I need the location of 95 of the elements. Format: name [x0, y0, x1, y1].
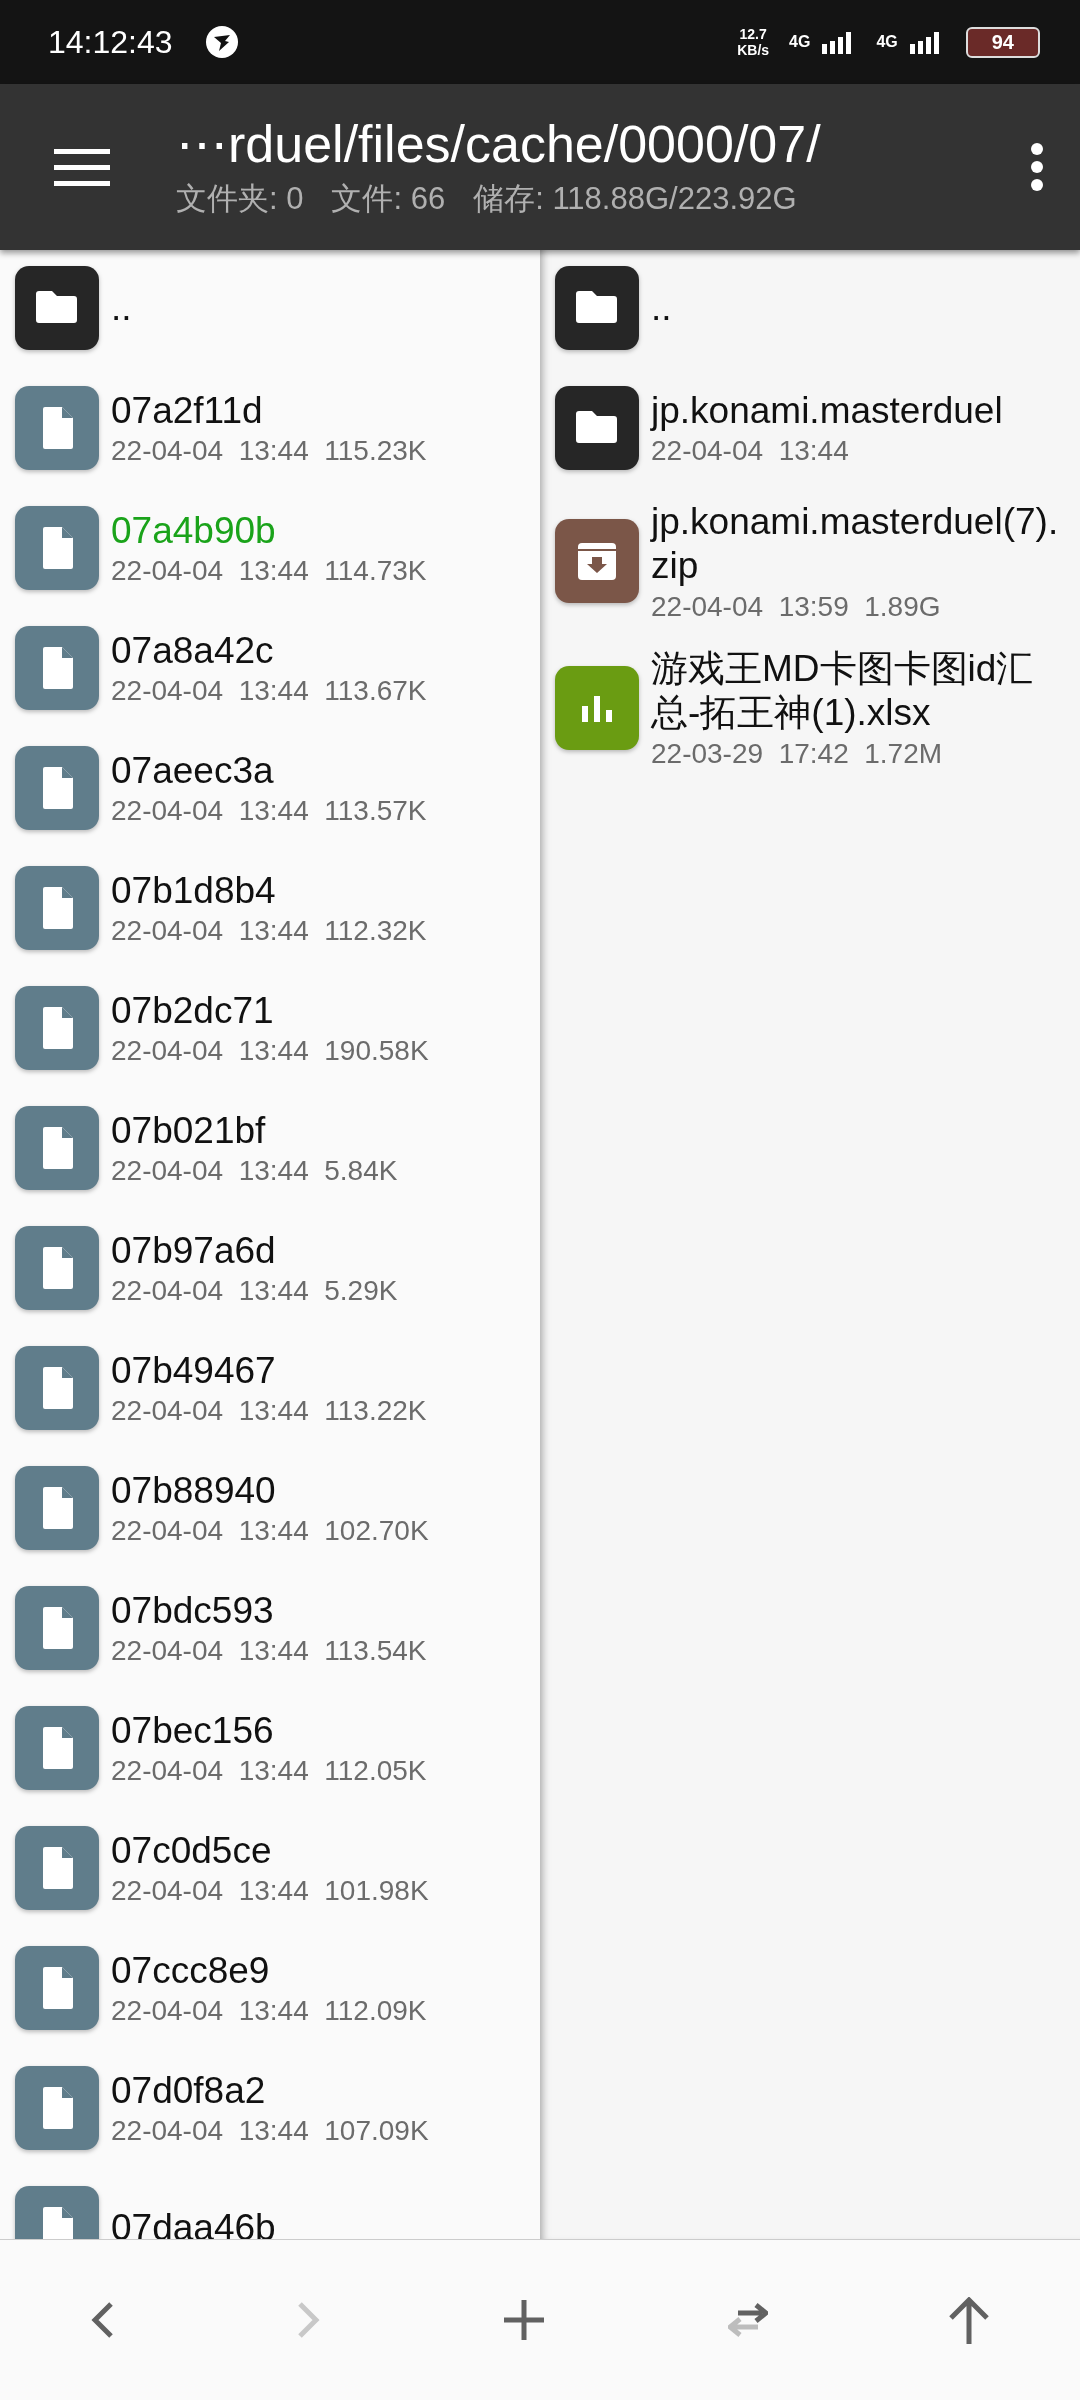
- path-title: ⋯rduel/files/cache/0000/07/: [176, 114, 822, 174]
- clock: 14:12:43: [48, 23, 173, 61]
- file-name: 07b2dc71: [111, 988, 275, 1033]
- file-icon: [15, 746, 99, 830]
- file-details: 22-04-04 13:44 115.23K: [111, 435, 427, 468]
- file-icon: [15, 1226, 99, 1310]
- file-icon: [15, 506, 99, 590]
- file-icon: [15, 1106, 99, 1190]
- file-details: 22-04-04 13:44 190.58K: [111, 1035, 429, 1068]
- file-row[interactable]: 07aeec3a 22-04-04 13:44 113.57K: [0, 730, 540, 850]
- file-icon: [15, 2066, 99, 2150]
- bird-icon: [204, 25, 239, 59]
- plus-icon: [502, 2298, 546, 2342]
- file-row[interactable]: 07b97a6d 22-04-04 13:44 5.29K: [0, 1210, 540, 1330]
- file-details: 22-03-29 17:42 1.72M: [651, 737, 944, 770]
- file-name: 07b1d8b4: [111, 868, 277, 913]
- file-details: 22-04-04 13:44 113.57K: [111, 795, 427, 828]
- folder-icon: [555, 266, 639, 350]
- file-details: 22-04-04 13:44 112.32K: [111, 915, 427, 948]
- file-row[interactable]: 07a4b90b 22-04-04 13:44 114.73K: [0, 490, 540, 610]
- file-row[interactable]: 07b88940 22-04-04 13:44 102.70K: [0, 1450, 540, 1570]
- file-details: 22-04-04 13:44 114.73K: [111, 555, 427, 588]
- file-icon: [15, 1826, 99, 1910]
- file-name: ..: [651, 285, 672, 330]
- file-name: jp.konami.masterduel: [651, 388, 1003, 433]
- file-icon: [15, 386, 99, 470]
- file-row[interactable]: 07bec156 22-04-04 13:44 112.05K: [0, 1690, 540, 1810]
- file-row[interactable]: ..: [0, 250, 540, 370]
- file-count: 文件: 66: [331, 180, 446, 218]
- file-details: 22-04-04 13:44: [651, 435, 850, 468]
- menu-icon[interactable]: [54, 147, 110, 187]
- more-icon[interactable]: [1030, 142, 1044, 192]
- file-name: 07b88940: [111, 1468, 277, 1513]
- file-details: 22-04-04 13:44 113.67K: [111, 675, 427, 708]
- file-details: 22-04-04 13:44 113.22K: [111, 1395, 427, 1428]
- file-name: 07a8a42c: [111, 628, 275, 673]
- file-name: 07c0d5ce: [111, 1828, 273, 1873]
- file-row[interactable]: 07d0f8a2 22-04-04 13:44 107.09K: [0, 2050, 540, 2170]
- file-details: 22-04-04 13:44 102.70K: [111, 1515, 429, 1548]
- archive-icon: [555, 519, 639, 604]
- file-name: jp.konami.masterduel(7).zip: [651, 500, 1060, 589]
- file-row[interactable]: 07b021bf 22-04-04 13:44 5.84K: [0, 1090, 540, 1210]
- file-icon: [15, 1706, 99, 1790]
- file-name: 07b97a6d: [111, 1228, 277, 1273]
- file-icon: [15, 986, 99, 1070]
- folder-count: 文件夹: 0: [176, 180, 304, 218]
- file-name: 07ccc8e9: [111, 1948, 271, 1993]
- file-row[interactable]: 07a2f11d 22-04-04 13:44 115.23K: [0, 370, 540, 490]
- swap-arrows-icon: [727, 2302, 768, 2338]
- chevron-left-icon: [90, 2301, 115, 2339]
- file-icon: [15, 866, 99, 950]
- file-row[interactable]: jp.konami.masterduel 22-04-04 13:44: [540, 370, 1080, 490]
- file-row[interactable]: 07ccc8e9 22-04-04 13:44 112.09K: [0, 1930, 540, 2050]
- file-name: 07a2f11d: [111, 388, 264, 433]
- file-details: 22-04-04 13:44 5.84K: [111, 1155, 398, 1188]
- file-row[interactable]: 07b2dc71 22-04-04 13:44 190.58K: [0, 970, 540, 1090]
- folder-icon: [15, 266, 99, 350]
- file-name: 07d0f8a2: [111, 2068, 267, 2113]
- file-details: 22-04-04 13:44 112.05K: [111, 1755, 427, 1788]
- file-icon: [15, 1586, 99, 1670]
- network-type: 4G: [789, 33, 811, 51]
- file-name: 07b49467: [111, 1348, 277, 1393]
- file-details: 22-04-04 13:44 113.54K: [111, 1635, 427, 1668]
- file-name: 07bec156: [111, 1708, 275, 1753]
- file-row[interactable]: 07b49467 22-04-04 13:44 113.22K: [0, 1330, 540, 1450]
- file-row[interactable]: ..: [540, 250, 1080, 370]
- arrow-up-icon: [949, 2296, 990, 2344]
- file-icon: [15, 626, 99, 710]
- file-details: 22-04-04 13:44 5.29K: [111, 1275, 398, 1308]
- file-icon: [15, 1946, 99, 2030]
- file-details: 22-04-04 13:59 1.89G: [651, 590, 942, 623]
- file-name: ..: [111, 285, 132, 330]
- folder-icon: [555, 386, 639, 470]
- chart-icon: [555, 666, 639, 751]
- file-row[interactable]: 07b1d8b4 22-04-04 13:44 112.32K: [0, 850, 540, 970]
- file-details: 22-04-04 13:44 112.09K: [111, 1995, 427, 2028]
- file-name: 07b021bf: [111, 1108, 267, 1153]
- battery-indicator: 94: [965, 26, 1040, 58]
- storage-usage: 储存: 118.88G/223.92G: [473, 180, 797, 218]
- file-row[interactable]: 07a8a42c 22-04-04 13:44 113.67K: [0, 610, 540, 730]
- network-type: 4G: [876, 33, 898, 51]
- chevron-right-icon: [296, 2301, 321, 2339]
- file-name: 07bdc593: [111, 1588, 275, 1633]
- file-row[interactable]: jp.konami.masterduel(7).zip 22-04-04 13:59 1.89G: [540, 490, 1080, 637]
- file-name: 07a4b90b: [111, 508, 277, 553]
- file-name: 游戏王MD卡图卡图id汇总-拓王神(1).xlsx: [651, 646, 1035, 736]
- file-details: 22-04-04 13:44 101.98K: [111, 1875, 429, 1908]
- network-speed: 12.7 KB/s: [737, 26, 770, 58]
- file-icon: [15, 1466, 99, 1550]
- file-icon: [15, 1346, 99, 1430]
- file-name: 07aeec3a: [111, 748, 275, 793]
- file-row[interactable]: 07bdc593 22-04-04 13:44 113.54K: [0, 1570, 540, 1690]
- file-row[interactable]: 游戏王MD卡图卡图id汇总-拓王神(1).xlsx 22-03-29 17:42 1.72M: [540, 636, 1080, 784]
- file-details: 22-04-04 13:44 107.09K: [111, 2115, 429, 2148]
- file-row[interactable]: 07c0d5ce 22-04-04 13:44 101.98K: [0, 1810, 540, 1930]
